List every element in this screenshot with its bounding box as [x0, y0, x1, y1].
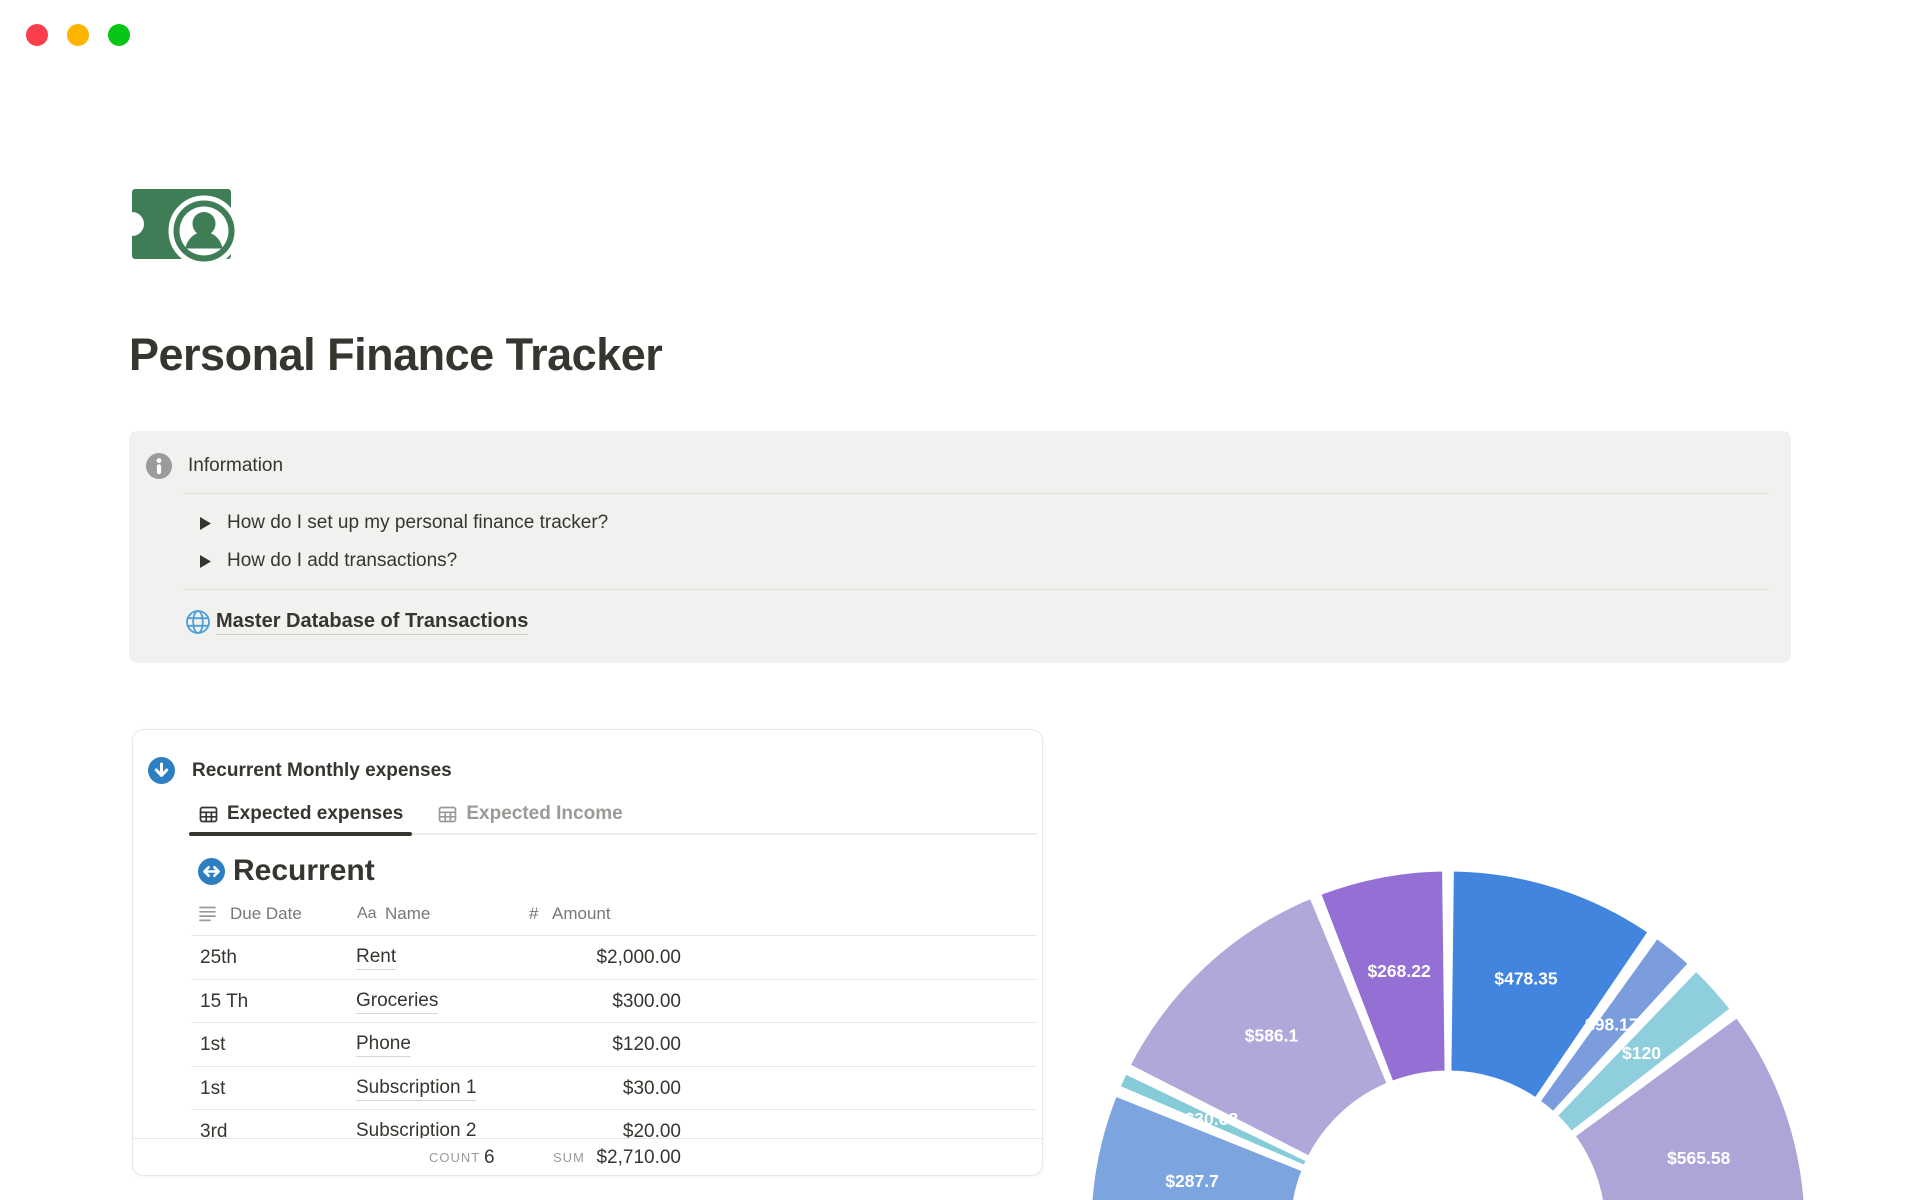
- cell-amount[interactable]: $120.00: [612, 1023, 681, 1066]
- toggle-triangle-icon[interactable]: [200, 516, 211, 530]
- database-title[interactable]: Recurrent: [233, 854, 375, 888]
- donut-slice: [1127, 895, 1390, 1159]
- column-header-due-date[interactable]: Due Date: [230, 900, 302, 928]
- cell-name-link[interactable]: Subscription 2: [356, 1120, 476, 1138]
- cell-amount[interactable]: $2,000.00: [596, 936, 681, 979]
- donut-slice: [1537, 935, 1691, 1115]
- toggle-label[interactable]: How do I add transactions?: [227, 550, 457, 572]
- cell-due-date[interactable]: 15 Th: [200, 980, 248, 1023]
- callout-divider: [183, 589, 1769, 590]
- donut-slice: [1448, 868, 1651, 1101]
- table-view-icon: [439, 806, 457, 822]
- table-column-headers: Due Date Aa Name # Amount: [133, 900, 1042, 928]
- info-icon: [146, 453, 172, 479]
- count-aggregate-label[interactable]: COUNT: [429, 1139, 480, 1175]
- window-zoom-button[interactable]: [108, 24, 130, 46]
- information-callout: Information How do I set up my personal …: [129, 431, 1791, 663]
- table-row-rent[interactable]: 25th Rent $2,000.00: [191, 936, 1037, 980]
- toggle-label[interactable]: How do I set up my personal finance trac…: [227, 512, 608, 534]
- circle-down-arrow-icon[interactable]: [148, 757, 175, 784]
- tab-expected-expenses[interactable]: Expected expenses: [199, 803, 403, 825]
- donut-slice-label: $565.58: [1667, 1148, 1731, 1168]
- window-minimize-button[interactable]: [67, 24, 89, 46]
- toggle-add-transactions-question[interactable]: How do I add transactions?: [129, 549, 457, 573]
- cell-name-link[interactable]: Groceries: [356, 990, 439, 1014]
- donut-slice-label: $586.1: [1245, 1026, 1299, 1046]
- window-controls: [26, 24, 130, 46]
- table-row-subscription-1[interactable]: 1st Subscription 1 $30.00: [191, 1067, 1037, 1110]
- lines-icon: [199, 906, 216, 922]
- cell-name-link[interactable]: Phone: [356, 1033, 411, 1057]
- table-footer: COUNT 6 SUM $2,710.00: [133, 1138, 1042, 1175]
- circle-left-right-arrows-icon: [198, 857, 225, 885]
- page-title: Personal Finance Tracker: [129, 329, 663, 380]
- active-tab-indicator: [189, 832, 412, 836]
- donut-slice-label: $30.68: [1185, 1109, 1239, 1129]
- table-body: 25th Rent $2,000.00 15 Th Groceries $300…: [191, 935, 1037, 1138]
- sum-aggregate-value[interactable]: $2,710.00: [596, 1139, 681, 1175]
- cell-due-date[interactable]: 1st: [200, 1067, 225, 1110]
- column-header-name[interactable]: Name: [385, 900, 430, 928]
- cell-due-date[interactable]: 25th: [200, 936, 237, 979]
- text-aa-icon: Aa: [357, 905, 377, 922]
- card-header: Recurrent Monthly expenses: [148, 757, 452, 784]
- recurrent-expenses-card: Recurrent Monthly expenses Expected expe…: [132, 729, 1043, 1176]
- donut-slice: [1554, 968, 1733, 1135]
- cell-name-link[interactable]: Subscription 1: [356, 1077, 477, 1101]
- toggle-setup-question[interactable]: How do I set up my personal finance trac…: [129, 511, 608, 535]
- tab-expected-income[interactable]: Expected Income: [438, 803, 623, 825]
- master-database-link-label[interactable]: Master Database of Transactions: [216, 610, 529, 635]
- callout-title: Information: [188, 455, 284, 476]
- tab-label[interactable]: Expected expenses: [227, 803, 403, 825]
- window-close-button[interactable]: [26, 24, 48, 46]
- cell-due-date[interactable]: 3rd: [200, 1110, 227, 1138]
- table-view-icon: [199, 806, 218, 822]
- cell-due-date[interactable]: 1st: [200, 1023, 225, 1066]
- cell-name-link[interactable]: Rent: [356, 946, 397, 970]
- column-header-amount[interactable]: Amount: [552, 900, 611, 928]
- master-database-link[interactable]: Master Database of Transactions: [129, 608, 529, 636]
- tab-label[interactable]: Expected Income: [466, 803, 622, 825]
- sum-aggregate-label[interactable]: SUM: [553, 1139, 585, 1175]
- donut-slice-label: $478.35: [1494, 969, 1558, 989]
- count-aggregate-value[interactable]: 6: [484, 1139, 495, 1175]
- donut-slice: [1117, 1071, 1309, 1168]
- donut-slice: [1089, 1093, 1305, 1200]
- globe-icon: [186, 610, 210, 634]
- donut-slice: [1318, 868, 1448, 1084]
- banknote-portrait-icon: [132, 189, 238, 264]
- table-row-phone[interactable]: 1st Phone $120.00: [191, 1023, 1037, 1067]
- table-row-groceries[interactable]: 15 Th Groceries $300.00: [191, 980, 1037, 1023]
- donut-slice-label: $268.22: [1367, 961, 1431, 981]
- donut-slice-label: $120: [1622, 1043, 1661, 1063]
- card-title: Recurrent Monthly expenses: [192, 759, 452, 781]
- cell-amount[interactable]: $300.00: [612, 980, 681, 1023]
- donut-slice-label: $287.7: [1165, 1171, 1219, 1191]
- cell-amount[interactable]: $20.00: [623, 1110, 681, 1138]
- callout-divider: [183, 493, 1769, 494]
- number-hash-icon: #: [529, 904, 539, 923]
- toggle-triangle-icon[interactable]: [200, 554, 211, 568]
- donut-slice: [1572, 1015, 1807, 1200]
- donut-slice-label: $98.17: [1585, 1015, 1639, 1035]
- table-row-subscription-2[interactable]: 3rd Subscription 2 $20.00: [191, 1110, 1037, 1138]
- tab-underline: [189, 832, 1037, 836]
- recurrent-database-heading: Recurrent: [198, 854, 375, 888]
- view-tabs: Expected expenses Expected Income: [199, 799, 623, 829]
- cell-amount[interactable]: $30.00: [623, 1067, 681, 1110]
